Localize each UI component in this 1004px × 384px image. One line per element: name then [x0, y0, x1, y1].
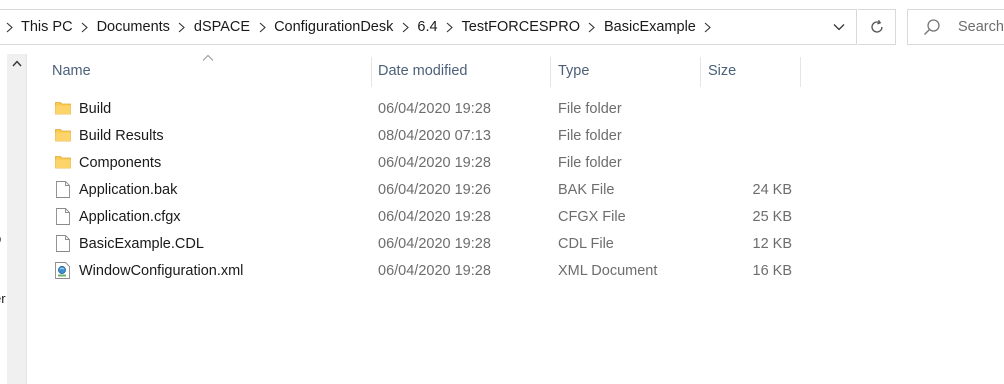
- date-modified: 08/04/2020 07:13: [378, 127, 491, 144]
- nav-item-partial-label: b: [0, 232, 1, 246]
- table-row[interactable]: BasicExample.CDL 06/04/2020 19:28 CDL Fi…: [26, 230, 796, 257]
- table-row[interactable]: Build 06/04/2020 19:28 File folder: [26, 95, 796, 122]
- scroll-up-button[interactable]: [7, 54, 26, 73]
- file-name: BasicExample.CDL: [79, 235, 204, 252]
- search-icon: [923, 18, 941, 36]
- breadcrumb-this-pc[interactable]: This PC: [19, 19, 75, 35]
- date-modified: 06/04/2020 19:28: [378, 100, 491, 117]
- file-type: XML Document: [558, 262, 658, 279]
- breadcrumb-basicexample[interactable]: BasicExample: [602, 19, 698, 35]
- nav-item-fragment[interactable]: ‹: [0, 144, 7, 156]
- breadcrumb-version[interactable]: 6.4: [415, 19, 439, 35]
- chevron-right-icon[interactable]: [79, 10, 91, 44]
- xml-file-icon: [54, 261, 71, 279]
- folder-icon: [54, 126, 71, 144]
- chevron-right-icon[interactable]: [399, 10, 411, 44]
- chevron-up-icon: [11, 60, 22, 67]
- column-header-date[interactable]: Date modified: [378, 54, 550, 88]
- breadcrumb: This PC Documents dSPACE ConfigurationDe…: [0, 10, 718, 44]
- column-header-type[interactable]: Type: [558, 54, 700, 88]
- column-header-size-label: Size: [708, 63, 737, 79]
- file-name: Build: [79, 100, 112, 117]
- file-name: Components: [79, 154, 162, 171]
- date-modified: 06/04/2020 19:28: [378, 235, 491, 252]
- table-row[interactable]: Components 06/04/2020 19:28 File folder: [26, 149, 796, 176]
- chevron-right-icon[interactable]: [586, 10, 598, 44]
- navigation-pane[interactable]: ‹ ‹ ‹ b er: [0, 54, 27, 384]
- column-header-name-label: Name: [52, 63, 91, 79]
- column-header-name[interactable]: Name: [52, 54, 372, 88]
- folder-icon: [54, 153, 71, 171]
- file-size: 25 KB: [752, 208, 793, 225]
- file-rows: Build 06/04/2020 19:28 File folder Build…: [26, 95, 1004, 284]
- chevron-right-icon[interactable]: [702, 10, 714, 44]
- chevron-right-icon[interactable]: [256, 10, 268, 44]
- file-type: CFGX File: [558, 208, 626, 225]
- file-name: Application.bak: [79, 181, 178, 198]
- date-modified: 06/04/2020 19:28: [378, 208, 491, 225]
- file-size: [706, 149, 792, 176]
- file-size: [706, 95, 792, 122]
- column-header-date-label: Date modified: [378, 63, 468, 79]
- file-type: BAK File: [558, 181, 615, 198]
- table-row[interactable]: Application.cfgx 06/04/2020 19:28 CFGX F…: [26, 203, 796, 230]
- nav-item-fragment[interactable]: b: [0, 232, 7, 248]
- nav-item-partial-label: er: [0, 292, 6, 306]
- file-type: File folder: [558, 127, 622, 144]
- file-type: CDL File: [558, 235, 614, 252]
- column-divider[interactable]: [800, 57, 801, 87]
- date-modified: 06/04/2020 19:28: [378, 154, 491, 171]
- nav-item-fragment[interactable]: ‹: [0, 117, 7, 129]
- search-box[interactable]: [907, 9, 1004, 45]
- column-header-size[interactable]: Size: [708, 54, 800, 88]
- table-row[interactable]: WindowConfiguration.xml 06/04/2020 19:28…: [26, 257, 796, 284]
- table-row[interactable]: Application.bak 06/04/2020 19:26 BAK Fil…: [26, 176, 796, 203]
- column-headers: Name Date modified Type Size: [26, 54, 1004, 88]
- file-explorer-window: This PC Documents dSPACE ConfigurationDe…: [0, 0, 1004, 384]
- file-icon: [54, 207, 71, 225]
- file-size: 24 KB: [752, 181, 793, 198]
- file-type: File folder: [558, 154, 622, 171]
- breadcrumb-dspace[interactable]: dSPACE: [192, 19, 252, 35]
- file-size: 12 KB: [752, 235, 793, 252]
- date-modified: 06/04/2020 19:28: [378, 262, 491, 279]
- refresh-button[interactable]: [858, 9, 896, 45]
- column-header-type-label: Type: [558, 63, 590, 79]
- table-row[interactable]: Build Results 08/04/2020 07:13 File fold…: [26, 122, 796, 149]
- file-type: File folder: [558, 100, 622, 117]
- nav-scrollbar[interactable]: [7, 54, 26, 384]
- column-divider[interactable]: [371, 57, 372, 87]
- search-input[interactable]: [958, 19, 1004, 35]
- chevron-right-icon[interactable]: [3, 10, 15, 44]
- file-size: 16 KB: [752, 262, 793, 279]
- nav-item-fragment[interactable]: er: [0, 292, 7, 308]
- date-modified: 06/04/2020 19:26: [378, 181, 491, 198]
- nav-item-fragment[interactable]: ‹: [0, 171, 7, 183]
- file-name: Build Results: [79, 127, 164, 144]
- breadcrumb-documents[interactable]: Documents: [95, 19, 172, 35]
- file-name: Application.cfgx: [79, 208, 181, 225]
- folder-icon: [54, 99, 71, 117]
- address-row: This PC Documents dSPACE ConfigurationDe…: [0, 0, 1004, 54]
- file-icon: [54, 234, 71, 252]
- column-divider[interactable]: [550, 57, 551, 87]
- refresh-icon: [869, 19, 885, 35]
- chevron-right-icon[interactable]: [444, 10, 456, 44]
- file-icon: [54, 180, 71, 198]
- chevron-right-icon[interactable]: [176, 10, 188, 44]
- file-size: [706, 122, 792, 149]
- breadcrumb-testforcespro[interactable]: TestFORCESPRO: [460, 19, 582, 35]
- chevron-down-icon: [833, 23, 845, 31]
- breadcrumb-configurationdesk[interactable]: ConfigurationDesk: [272, 19, 395, 35]
- file-name: WindowConfiguration.xml: [79, 262, 244, 279]
- column-divider[interactable]: [700, 57, 701, 87]
- recent-locations-button[interactable]: [822, 10, 856, 44]
- address-bar[interactable]: This PC Documents dSPACE ConfigurationDe…: [0, 9, 857, 45]
- file-list[interactable]: Name Date modified Type Size Build 06/04…: [26, 54, 1004, 384]
